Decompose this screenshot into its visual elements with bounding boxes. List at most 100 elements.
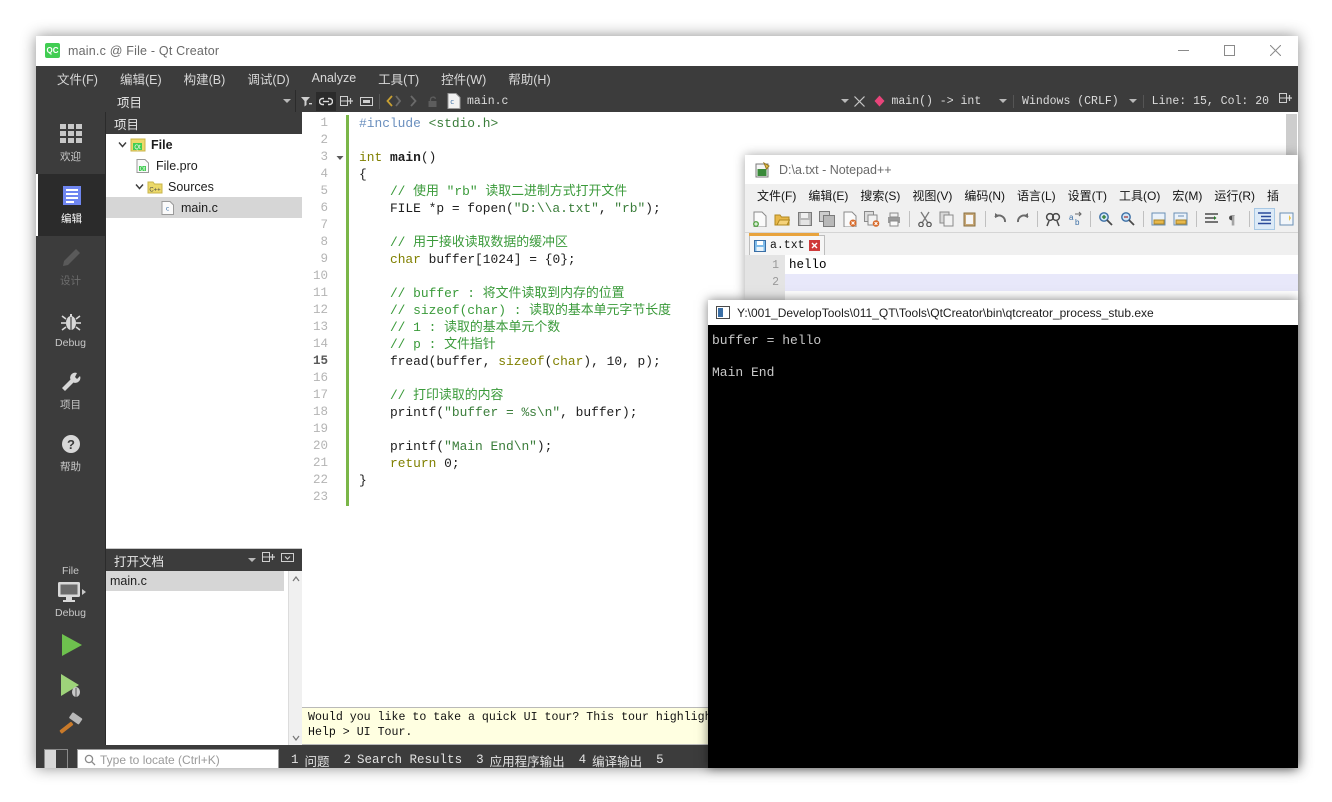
- project-tree-combo[interactable]: 项目: [105, 90, 296, 112]
- scroll-down-arrow-icon[interactable]: [289, 730, 302, 745]
- unlock-icon[interactable]: [423, 92, 443, 111]
- word-wrap-icon[interactable]: [1201, 208, 1222, 230]
- menu-build[interactable]: 构建(B): [173, 67, 237, 90]
- chevron-down-icon[interactable]: [999, 99, 1008, 103]
- zoom-in-icon[interactable]: [1095, 208, 1116, 230]
- close-document-icon[interactable]: [849, 95, 871, 107]
- close-file-icon[interactable]: [839, 208, 860, 230]
- collapse-icon[interactable]: [281, 551, 294, 569]
- redo-icon[interactable]: [1012, 208, 1033, 230]
- output-tab-application-output[interactable]: 3 应用程序输出: [476, 751, 565, 768]
- tree-item-file-pro[interactable]: Qt File.pro: [106, 155, 302, 176]
- sidebar-item-projects[interactable]: 项目: [36, 360, 105, 422]
- notepadpp-text-area[interactable]: hello: [785, 255, 1298, 302]
- menu-tools[interactable]: 工具(T): [367, 67, 430, 90]
- run-button[interactable]: [36, 625, 105, 665]
- sidebar-item-welcome[interactable]: 欢迎: [36, 112, 105, 174]
- npp-menu-search[interactable]: 搜索(S): [854, 185, 906, 206]
- open-documents-scrollbar[interactable]: [288, 571, 302, 745]
- chevron-down-icon[interactable]: [131, 182, 147, 191]
- link-with-editor-icon[interactable]: [316, 91, 336, 111]
- chevron-down-icon[interactable]: [840, 99, 849, 103]
- menu-help[interactable]: 帮助(H): [497, 67, 561, 90]
- find-icon[interactable]: [1042, 208, 1063, 230]
- output-tab-compile-output[interactable]: 4 编译输出: [579, 751, 643, 768]
- line-ending-setting[interactable]: Windows (CRLF): [1013, 94, 1119, 108]
- go-back-icon[interactable]: [383, 92, 403, 111]
- output-tab-search-results[interactable]: 2 Search Results: [344, 753, 463, 767]
- indent-guide-icon[interactable]: [1253, 208, 1276, 230]
- npp-menu-encoding[interactable]: 编码(N): [958, 185, 1011, 206]
- build-button[interactable]: [36, 705, 105, 745]
- add-split-icon[interactable]: [336, 92, 356, 111]
- sync-scroll-h-icon[interactable]: [1171, 208, 1192, 230]
- notepadpp-tab-a-txt[interactable]: a.txt: [749, 235, 825, 255]
- copy-icon[interactable]: [937, 208, 958, 230]
- close-icon[interactable]: [1252, 36, 1298, 65]
- menu-file[interactable]: 文件(F): [46, 67, 109, 90]
- start-debugging-button[interactable]: [36, 665, 105, 705]
- maximize-icon[interactable]: [1206, 36, 1252, 65]
- zoom-out-icon[interactable]: [1118, 208, 1139, 230]
- target-selector-icon[interactable]: [56, 579, 86, 605]
- undo-icon[interactable]: [989, 208, 1010, 230]
- chevron-down-icon[interactable]: [1128, 99, 1137, 103]
- sidebar-item-edit[interactable]: 编辑: [36, 174, 105, 236]
- new-file-icon[interactable]: [749, 208, 770, 230]
- ui-sheet-icon[interactable]: [1276, 208, 1297, 230]
- scroll-up-arrow-icon[interactable]: [289, 571, 302, 586]
- tab-close-icon[interactable]: [808, 240, 820, 251]
- output-tab-issues[interactable]: 1 问题: [291, 751, 330, 768]
- npp-menu-macro[interactable]: 宏(M): [1166, 185, 1208, 206]
- tree-item-file-project[interactable]: Qt File: [106, 134, 302, 155]
- open-file-icon[interactable]: [771, 208, 792, 230]
- sidebar-item-debug[interactable]: Debug: [36, 298, 105, 360]
- go-forward-icon[interactable]: [403, 92, 423, 111]
- save-icon[interactable]: [794, 208, 815, 230]
- menu-debug[interactable]: 调试(D): [236, 67, 300, 90]
- show-all-chars-icon[interactable]: ¶: [1223, 208, 1244, 230]
- npp-menu-tools[interactable]: 工具(O): [1113, 185, 1166, 206]
- list-item[interactable]: main.c: [106, 571, 284, 591]
- npp-menu-run[interactable]: 运行(R): [1208, 185, 1261, 206]
- npp-menu-plugins[interactable]: 插: [1261, 185, 1285, 206]
- filter-icon[interactable]: [296, 92, 316, 111]
- add-split-icon[interactable]: [262, 551, 276, 569]
- split-editor-icon[interactable]: [1279, 92, 1293, 110]
- project-tree[interactable]: Qt File Qt File.pro C++ Sources c main.c: [106, 134, 302, 549]
- chevron-down-icon[interactable]: [248, 558, 256, 562]
- menu-window[interactable]: 控件(W): [430, 67, 497, 90]
- line-column-indicator[interactable]: Line: 15, Col: 20: [1142, 94, 1269, 108]
- kit-selector[interactable]: File Debug: [36, 565, 105, 625]
- toggle-sidebar-icon[interactable]: [44, 749, 68, 768]
- symbol-combo[interactable]: main() -> int Windows (CRLF) Line: 15, C…: [871, 90, 1299, 112]
- menu-edit[interactable]: 编辑(E): [109, 67, 173, 90]
- minimize-icon[interactable]: [1160, 36, 1206, 65]
- tree-item-main-c[interactable]: c main.c: [106, 197, 302, 218]
- output-tab-5[interactable]: 5: [656, 753, 664, 767]
- npp-menu-view[interactable]: 视图(V): [906, 185, 958, 206]
- paste-icon[interactable]: [959, 208, 980, 230]
- open-documents-list[interactable]: main.c: [106, 571, 302, 745]
- sidebar-item-help[interactable]: ? 帮助: [36, 422, 105, 484]
- sidebar-item-design[interactable]: 设计: [36, 236, 105, 298]
- close-all-icon[interactable]: [861, 208, 882, 230]
- locator-input[interactable]: Type to locate (Ctrl+K): [77, 748, 279, 768]
- print-icon[interactable]: [884, 208, 905, 230]
- fold-collapse-icon[interactable]: [334, 149, 346, 166]
- collapse-icon[interactable]: [356, 92, 376, 111]
- npp-menu-settings[interactable]: 设置(T): [1062, 185, 1113, 206]
- sync-scroll-v-icon[interactable]: [1148, 208, 1169, 230]
- npp-menu-file[interactable]: 文件(F): [751, 185, 802, 206]
- notepadpp-editor[interactable]: 1 2 hello: [745, 255, 1298, 302]
- npp-menu-edit[interactable]: 编辑(E): [802, 185, 854, 206]
- chevron-down-icon[interactable]: [114, 140, 130, 149]
- replace-icon[interactable]: ab: [1065, 208, 1086, 230]
- tree-item-sources[interactable]: C++ Sources: [106, 176, 302, 197]
- save-all-icon[interactable]: [816, 208, 837, 230]
- fold-column[interactable]: [334, 112, 346, 707]
- npp-menu-language[interactable]: 语言(L): [1011, 185, 1062, 206]
- menu-analyze[interactable]: Analyze: [301, 69, 367, 87]
- cut-icon[interactable]: [914, 208, 935, 230]
- open-document-combo[interactable]: c main.c: [443, 90, 871, 112]
